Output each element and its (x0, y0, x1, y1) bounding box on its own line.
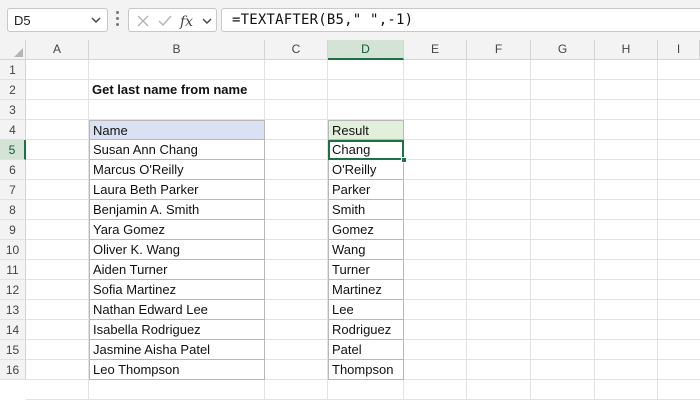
row-header-16[interactable]: 16 (0, 360, 26, 380)
row-header-15[interactable]: 15 (0, 340, 26, 360)
gridline (466, 60, 467, 400)
check-icon[interactable] (157, 13, 173, 29)
x-icon[interactable] (135, 13, 151, 29)
name-cell[interactable]: Yara Gomez (89, 220, 265, 240)
row-header-4[interactable]: 4 (0, 120, 26, 140)
name-cell[interactable]: Isabella Rodriguez (89, 320, 265, 340)
result-header-cell[interactable]: Result (328, 120, 404, 140)
column-header-e[interactable]: E (404, 40, 467, 60)
result-cell[interactable]: Patel (328, 340, 404, 360)
result-cell[interactable]: Parker (328, 180, 404, 200)
name-cell[interactable]: Oliver K. Wang (89, 240, 265, 260)
result-cell[interactable]: Thompson (328, 360, 404, 380)
row-header-7[interactable]: 7 (0, 180, 26, 200)
row-header-14[interactable]: 14 (0, 320, 26, 340)
column-header-d[interactable]: D (328, 40, 404, 60)
row-header-13[interactable]: 13 (0, 300, 26, 320)
name-cell[interactable]: Aiden Turner (89, 260, 265, 280)
result-cell[interactable]: Martinez (328, 280, 404, 300)
column-header-f[interactable]: F (467, 40, 531, 60)
worksheet-grid: ABCDEFGHI 1 2 3 4 5 6 7 8 9 10 11 12 13 14 15 16 Get la… (0, 40, 700, 400)
row-header-2[interactable]: 2 (0, 80, 26, 100)
column-header-c[interactable]: C (265, 40, 328, 60)
row-header-1[interactable]: 1 (0, 60, 26, 80)
name-cell[interactable]: Leo Thompson (89, 360, 265, 380)
gridline (594, 60, 595, 400)
name-box-value: D5 (14, 13, 31, 28)
name-cell[interactable]: Nathan Edward Lee (89, 300, 265, 320)
chevron-down-icon[interactable] (90, 14, 102, 26)
name-header-cell[interactable]: Name (89, 120, 265, 140)
formula-buttons: fx (128, 8, 217, 32)
row-header-9[interactable]: 9 (0, 220, 26, 240)
formula-input[interactable]: =TEXTAFTER(B5," ",-1) (221, 8, 700, 32)
result-cell[interactable]: Smith (328, 200, 404, 220)
name-cell[interactable]: Sofia Martinez (89, 280, 265, 300)
row-header-10[interactable]: 10 (0, 240, 26, 260)
name-box[interactable]: D5 (7, 8, 108, 32)
result-cell[interactable]: O'Reilly (328, 160, 404, 180)
formula-bar: D5 fx =TEXTAFTER(B5," ",-1) (0, 0, 700, 40)
result-cell[interactable]: Lee (328, 300, 404, 320)
result-cell[interactable]: Turner (328, 260, 404, 280)
name-cell[interactable]: Marcus O'Reilly (89, 160, 265, 180)
select-all-triangle-icon (14, 48, 23, 57)
name-cell[interactable]: Susan Ann Chang (89, 140, 265, 160)
gridline (657, 60, 658, 400)
formula-bar-grip[interactable] (116, 11, 120, 29)
name-cell[interactable]: Laura Beth Parker (89, 180, 265, 200)
chevron-down-icon[interactable] (201, 13, 213, 29)
fx-icon[interactable]: fx (179, 13, 199, 29)
row-header-12[interactable]: 12 (0, 280, 26, 300)
row-header-3[interactable]: 3 (0, 100, 26, 120)
column-header-i[interactable]: I (658, 40, 700, 60)
name-cell[interactable]: Benjamin A. Smith (89, 200, 265, 220)
formula-text: =TEXTAFTER(B5," ",-1) (232, 12, 414, 28)
sheet-title[interactable]: Get last name from name (89, 80, 289, 100)
row-header-11[interactable]: 11 (0, 260, 26, 280)
selected-result-cell[interactable]: Chang (328, 140, 404, 160)
fill-handle[interactable] (401, 157, 407, 163)
row-header-5[interactable]: 5 (0, 140, 26, 160)
column-header-b[interactable]: B (89, 40, 265, 60)
result-cell[interactable]: Gomez (328, 220, 404, 240)
row-header-6[interactable]: 6 (0, 160, 26, 180)
row-header-8[interactable]: 8 (0, 200, 26, 220)
name-cell[interactable]: Jasmine Aisha Patel (89, 340, 265, 360)
select-all-button[interactable] (0, 40, 26, 60)
result-cell[interactable]: Rodriguez (328, 320, 404, 340)
column-header-h[interactable]: H (595, 40, 658, 60)
result-cell[interactable]: Wang (328, 240, 404, 260)
svg-text:fx: fx (179, 14, 193, 29)
gridline (530, 60, 531, 400)
column-header-g[interactable]: G (531, 40, 595, 60)
column-header-a[interactable]: A (26, 40, 89, 60)
